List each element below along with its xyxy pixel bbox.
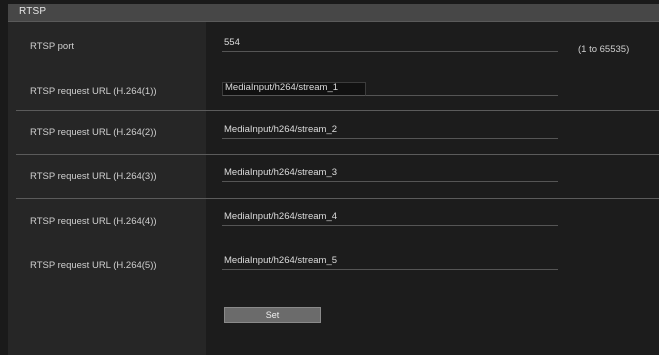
field-column — [206, 22, 659, 355]
section-header: RTSP — [8, 4, 659, 22]
row-divider — [16, 110, 659, 111]
rtsp-port-field[interactable]: 554 — [222, 37, 558, 52]
rtsp-url-label-1: RTSP request URL (H.264(1)) — [30, 86, 157, 97]
rtsp-url-value-3: MediaInput/h264/stream_3 — [224, 167, 338, 178]
rtsp-settings-panel: RTSP RTSP port 554 (1 to 65535) RTSP req… — [8, 4, 659, 355]
row-divider — [16, 154, 659, 155]
rtsp-url-value-1: MediaInput/h264/stream_1 — [225, 82, 339, 93]
set-button[interactable]: Set — [224, 307, 321, 323]
rtsp-url-label-2: RTSP request URL (H.264(2)) — [30, 127, 157, 138]
rtsp-url-field-1-underline — [366, 82, 558, 96]
rtsp-port-value: 554 — [224, 37, 240, 48]
rtsp-url-field-2[interactable]: MediaInput/h264/stream_2 — [222, 124, 558, 139]
row-divider — [16, 198, 659, 199]
rtsp-port-label: RTSP port — [30, 41, 75, 52]
rtsp-port-range-hint: (1 to 65535) — [578, 44, 630, 55]
rtsp-url-field-1[interactable]: MediaInput/h264/stream_1 — [222, 82, 366, 96]
rtsp-url-value-5: MediaInput/h264/stream_5 — [224, 255, 338, 266]
rtsp-url-label-5: RTSP request URL (H.264(5)) — [30, 260, 157, 271]
rtsp-url-field-5[interactable]: MediaInput/h264/stream_5 — [222, 255, 558, 270]
rtsp-url-value-4: MediaInput/h264/stream_4 — [224, 211, 338, 222]
rtsp-url-label-4: RTSP request URL (H.264(4)) — [30, 216, 157, 227]
rtsp-url-label-3: RTSP request URL (H.264(3)) — [30, 171, 157, 182]
section-title: RTSP — [19, 6, 47, 17]
label-column — [8, 22, 206, 355]
rtsp-url-field-3[interactable]: MediaInput/h264/stream_3 — [222, 167, 558, 182]
rtsp-url-field-4[interactable]: MediaInput/h264/stream_4 — [222, 211, 558, 226]
rtsp-url-value-2: MediaInput/h264/stream_2 — [224, 124, 338, 135]
